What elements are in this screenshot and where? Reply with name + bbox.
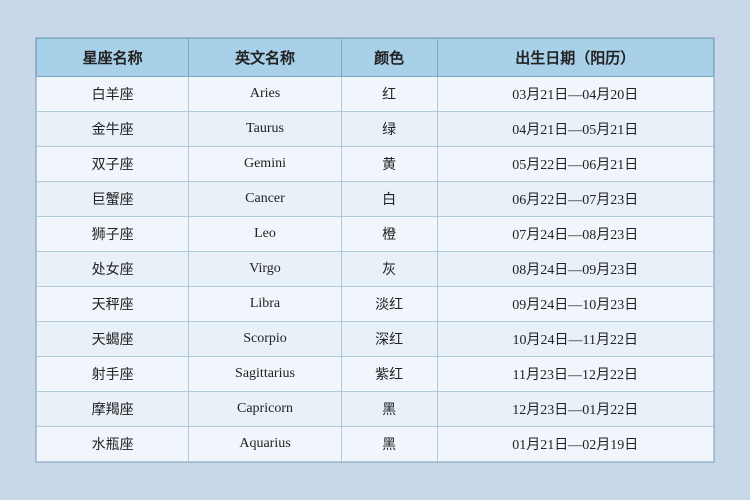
cell-en-name: Capricorn <box>189 392 341 427</box>
cell-zh-name: 天秤座 <box>37 287 189 322</box>
table-row: 狮子座Leo橙07月24日—08月23日 <box>37 217 714 252</box>
cell-dates: 07月24日—08月23日 <box>437 217 713 252</box>
table-row: 双子座Gemini黄05月22日—06月21日 <box>37 147 714 182</box>
cell-color: 黑 <box>341 392 437 427</box>
cell-dates: 04月21日—05月21日 <box>437 112 713 147</box>
header-dates: 出生日期（阳历） <box>437 39 713 77</box>
cell-en-name: Taurus <box>189 112 341 147</box>
cell-en-name: Aries <box>189 77 341 112</box>
cell-zh-name: 巨蟹座 <box>37 182 189 217</box>
table-row: 处女座Virgo灰08月24日—09月23日 <box>37 252 714 287</box>
table-body: 白羊座Aries红03月21日—04月20日金牛座Taurus绿04月21日—0… <box>37 77 714 462</box>
cell-zh-name: 狮子座 <box>37 217 189 252</box>
cell-en-name: Scorpio <box>189 322 341 357</box>
table-row: 天秤座Libra淡红09月24日—10月23日 <box>37 287 714 322</box>
cell-color: 灰 <box>341 252 437 287</box>
table-row: 射手座Sagittarius紫红11月23日—12月22日 <box>37 357 714 392</box>
cell-en-name: Cancer <box>189 182 341 217</box>
cell-color: 淡红 <box>341 287 437 322</box>
zodiac-table-container: 星座名称 英文名称 颜色 出生日期（阳历） 白羊座Aries红03月21日—04… <box>35 37 715 463</box>
table-row: 巨蟹座Cancer白06月22日—07月23日 <box>37 182 714 217</box>
cell-color: 绿 <box>341 112 437 147</box>
cell-zh-name: 水瓶座 <box>37 427 189 462</box>
cell-en-name: Leo <box>189 217 341 252</box>
table-row: 摩羯座Capricorn黑12月23日—01月22日 <box>37 392 714 427</box>
cell-zh-name: 射手座 <box>37 357 189 392</box>
cell-dates: 08月24日—09月23日 <box>437 252 713 287</box>
cell-zh-name: 处女座 <box>37 252 189 287</box>
header-en-name: 英文名称 <box>189 39 341 77</box>
cell-en-name: Libra <box>189 287 341 322</box>
cell-color: 白 <box>341 182 437 217</box>
table-row: 金牛座Taurus绿04月21日—05月21日 <box>37 112 714 147</box>
table-header-row: 星座名称 英文名称 颜色 出生日期（阳历） <box>37 39 714 77</box>
cell-color: 橙 <box>341 217 437 252</box>
cell-dates: 05月22日—06月21日 <box>437 147 713 182</box>
cell-dates: 01月21日—02月19日 <box>437 427 713 462</box>
cell-zh-name: 天蝎座 <box>37 322 189 357</box>
table-row: 水瓶座Aquarius黑01月21日—02月19日 <box>37 427 714 462</box>
cell-en-name: Aquarius <box>189 427 341 462</box>
cell-dates: 06月22日—07月23日 <box>437 182 713 217</box>
cell-en-name: Sagittarius <box>189 357 341 392</box>
cell-en-name: Virgo <box>189 252 341 287</box>
cell-color: 黑 <box>341 427 437 462</box>
cell-color: 黄 <box>341 147 437 182</box>
cell-zh-name: 双子座 <box>37 147 189 182</box>
cell-color: 紫红 <box>341 357 437 392</box>
cell-zh-name: 摩羯座 <box>37 392 189 427</box>
cell-dates: 09月24日—10月23日 <box>437 287 713 322</box>
cell-dates: 03月21日—04月20日 <box>437 77 713 112</box>
table-row: 天蝎座Scorpio深红10月24日—11月22日 <box>37 322 714 357</box>
cell-en-name: Gemini <box>189 147 341 182</box>
cell-color: 红 <box>341 77 437 112</box>
cell-color: 深红 <box>341 322 437 357</box>
header-zh-name: 星座名称 <box>37 39 189 77</box>
table-row: 白羊座Aries红03月21日—04月20日 <box>37 77 714 112</box>
header-color: 颜色 <box>341 39 437 77</box>
cell-zh-name: 金牛座 <box>37 112 189 147</box>
cell-dates: 12月23日—01月22日 <box>437 392 713 427</box>
cell-zh-name: 白羊座 <box>37 77 189 112</box>
zodiac-table: 星座名称 英文名称 颜色 出生日期（阳历） 白羊座Aries红03月21日—04… <box>36 38 714 462</box>
cell-dates: 10月24日—11月22日 <box>437 322 713 357</box>
cell-dates: 11月23日—12月22日 <box>437 357 713 392</box>
